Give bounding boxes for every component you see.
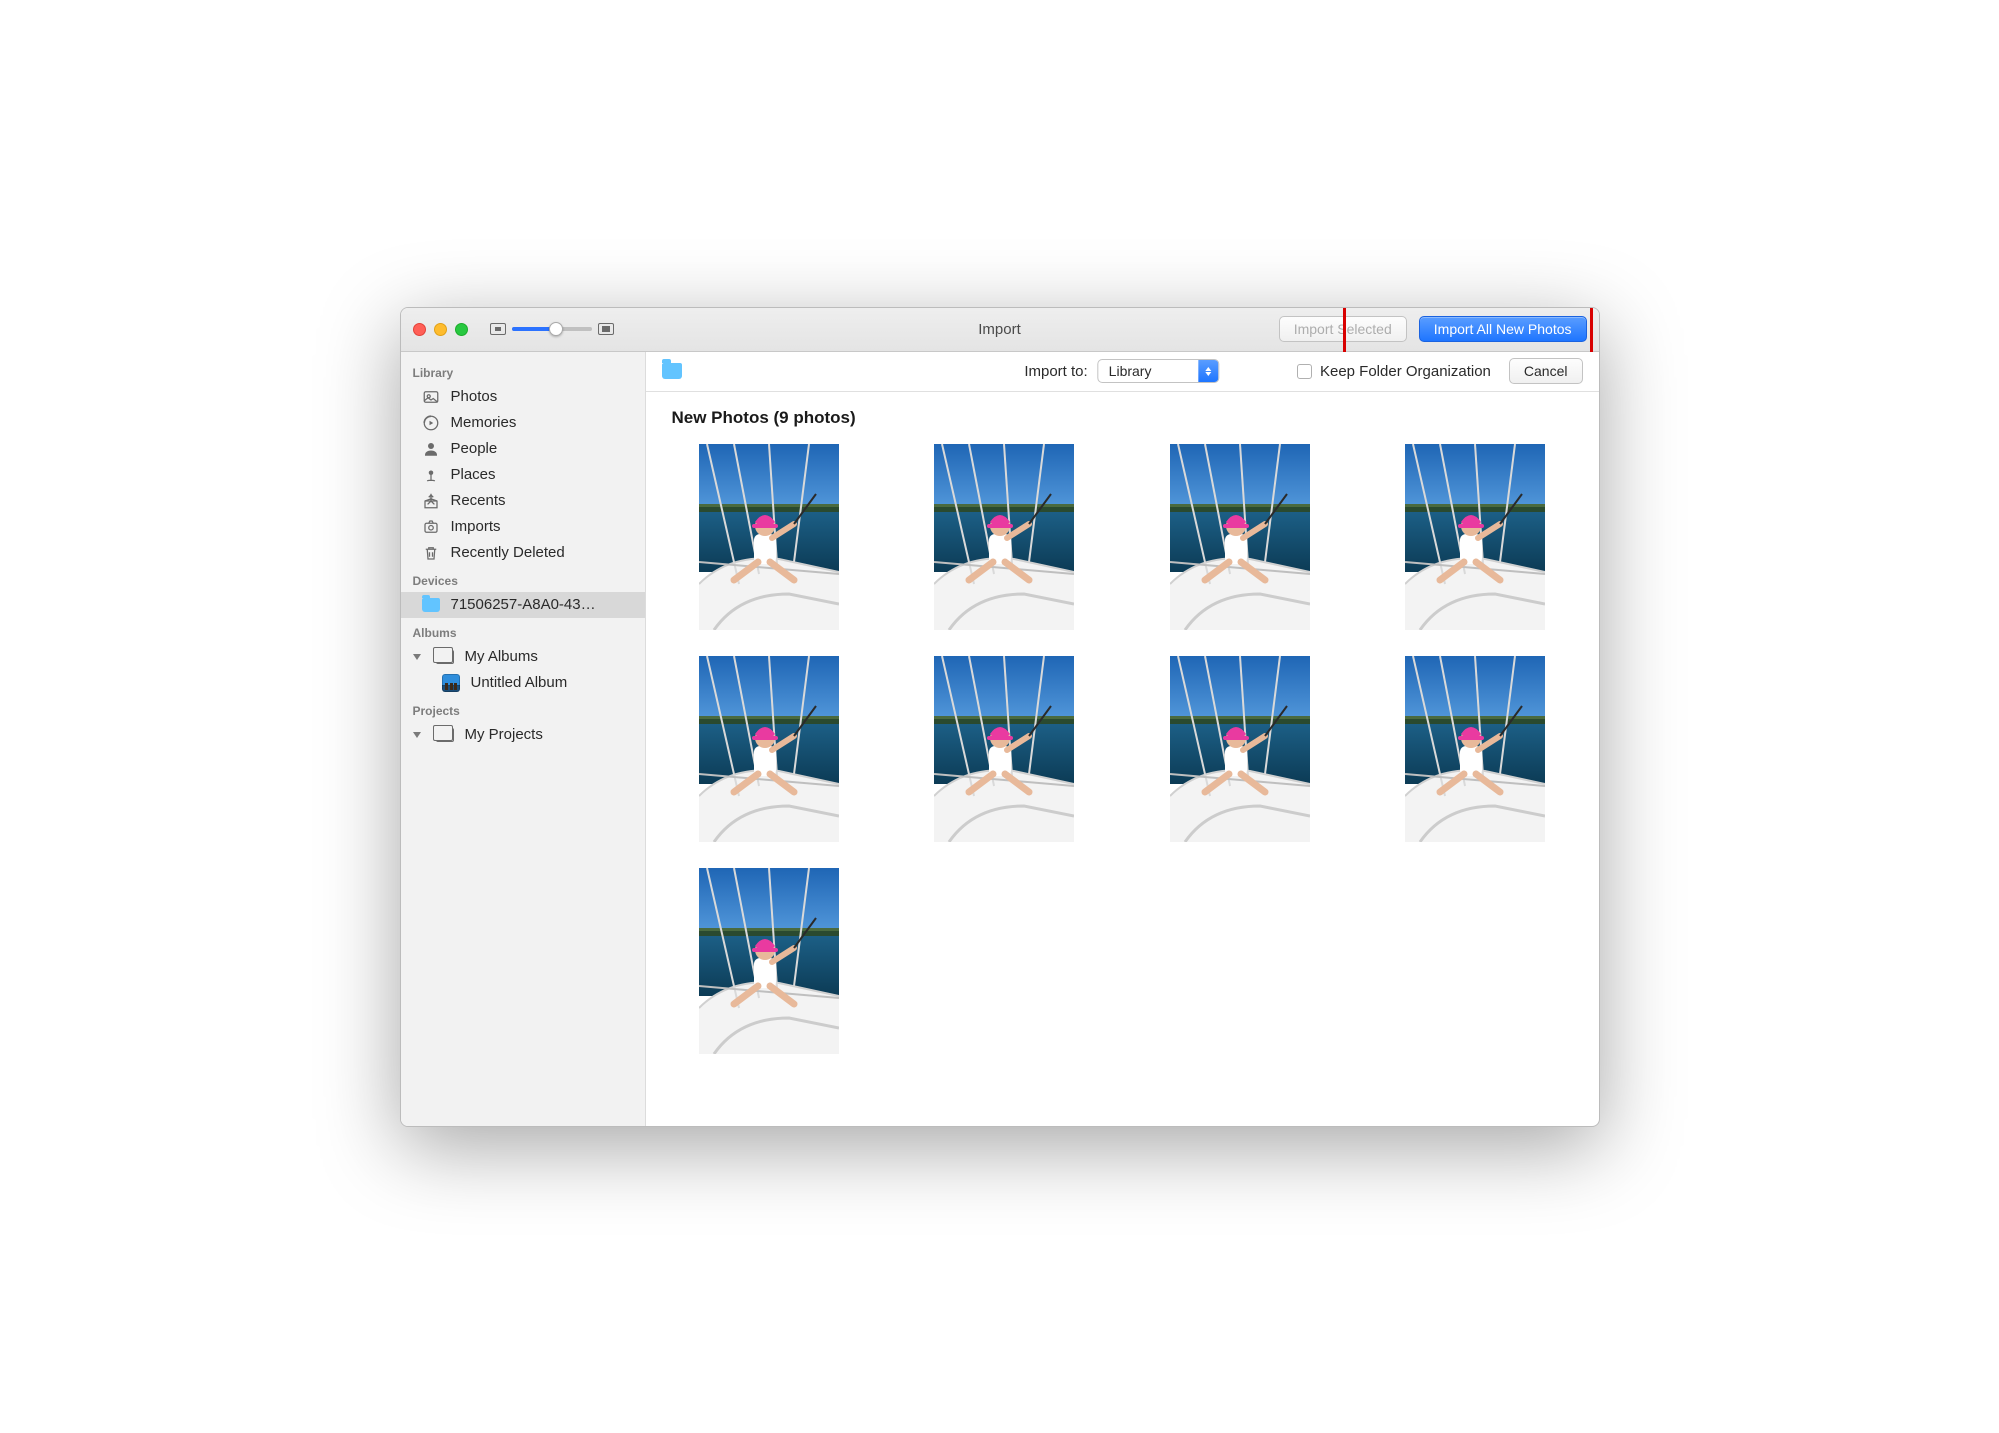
thumbnail-size-slider[interactable] [512,327,592,331]
sidebar-item-my-albums[interactable]: My Albums [401,644,645,670]
sidebar-item-recents[interactable]: Recents [401,488,645,514]
thumbnail-size-max-icon[interactable] [598,323,614,335]
photo-thumbnail[interactable] [699,444,839,630]
thumbnail-size-slider-group [490,323,614,335]
window-body: Library Photos Memories People [401,352,1599,1126]
imports-icon [421,518,441,536]
photo-thumbnail[interactable] [699,656,839,842]
import-all-new-photos-button[interactable]: Import All New Photos [1419,316,1587,342]
photo-thumbnail[interactable] [934,444,1074,630]
sidebar-header-albums: Albums [401,618,645,644]
places-icon [421,466,441,484]
sidebar-item-device[interactable]: 71506257-A8A0-43… [401,592,645,618]
window-title: Import [978,321,1021,338]
photos-icon [421,388,441,406]
disclosure-triangle-icon[interactable] [413,732,421,738]
album-thumbnail-icon [441,674,461,692]
sidebar-item-label: Photos [451,388,633,405]
photo-thumbnail[interactable] [699,868,839,1054]
sidebar-header-library: Library [401,358,645,384]
section-title: New Photos (9 photos) [672,408,1579,428]
zoom-window-button[interactable] [455,323,468,336]
keep-folder-organization-label: Keep Folder Organization [1320,363,1491,380]
window-controls [413,323,468,336]
sidebar-item-label: Places [451,466,633,483]
checkbox-icon [1297,364,1312,379]
folder-icon [421,596,441,614]
sidebar-item-label: 71506257-A8A0-43… [451,596,633,613]
photo-thumbnail[interactable] [1170,656,1310,842]
trash-icon [421,544,441,562]
import-to-group: Import to: Library [1024,359,1219,383]
project-stack-icon [435,726,455,744]
sidebar-item-label: Recents [451,492,633,509]
sidebar-header-devices: Devices [401,566,645,592]
photo-grid [666,444,1579,1054]
photo-thumbnail[interactable] [1405,656,1545,842]
keep-folder-organization-checkbox[interactable]: Keep Folder Organization [1297,363,1491,380]
minimize-window-button[interactable] [434,323,447,336]
photo-thumbnail[interactable] [1405,444,1545,630]
sidebar-item-untitled-album[interactable]: Untitled Album [401,670,645,696]
titlebar: Import Import Selected Import All New Ph… [401,308,1599,352]
sidebar-item-label: My Projects [465,726,633,743]
app-window: Import Import Selected Import All New Ph… [400,307,1600,1127]
import-to-value: Library [1099,363,1199,379]
memories-icon [421,414,441,432]
import-to-select[interactable]: Library [1098,359,1220,383]
thumbnail-size-min-icon[interactable] [490,323,506,335]
folder-icon [662,362,682,380]
sidebar-item-my-projects[interactable]: My Projects [401,722,645,748]
recents-icon [421,492,441,510]
import-to-label: Import to: [1024,363,1087,380]
sidebar-item-label: Recently Deleted [451,544,633,561]
sidebar-item-label: My Albums [465,648,633,665]
sidebar-item-label: Untitled Album [471,674,633,691]
sidebar-item-label: People [451,440,633,457]
select-stepper-icon [1199,360,1219,382]
sidebar: Library Photos Memories People [401,352,646,1126]
sidebar-item-photos[interactable]: Photos [401,384,645,410]
disclosure-triangle-icon[interactable] [413,654,421,660]
sidebar-header-projects: Projects [401,696,645,722]
sidebar-item-memories[interactable]: Memories [401,410,645,436]
sidebar-item-label: Imports [451,518,633,535]
slider-thumb[interactable] [549,322,563,336]
photo-thumbnail[interactable] [934,656,1074,842]
photo-thumbnail[interactable] [1170,444,1310,630]
sidebar-item-people[interactable]: People [401,436,645,462]
sidebar-item-recently-deleted[interactable]: Recently Deleted [401,540,645,566]
sidebar-item-imports[interactable]: Imports [401,514,645,540]
sidebar-item-label: Memories [451,414,633,431]
people-icon [421,440,441,458]
close-window-button[interactable] [413,323,426,336]
album-stack-icon [435,648,455,666]
sidebar-item-places[interactable]: Places [401,462,645,488]
import-selected-button[interactable]: Import Selected [1279,316,1407,342]
main-content: New Photos (9 photos) [646,392,1599,1126]
import-options-bar: Import to: Library Keep Folder Organizat… [646,352,1599,392]
cancel-button[interactable]: Cancel [1509,358,1583,384]
